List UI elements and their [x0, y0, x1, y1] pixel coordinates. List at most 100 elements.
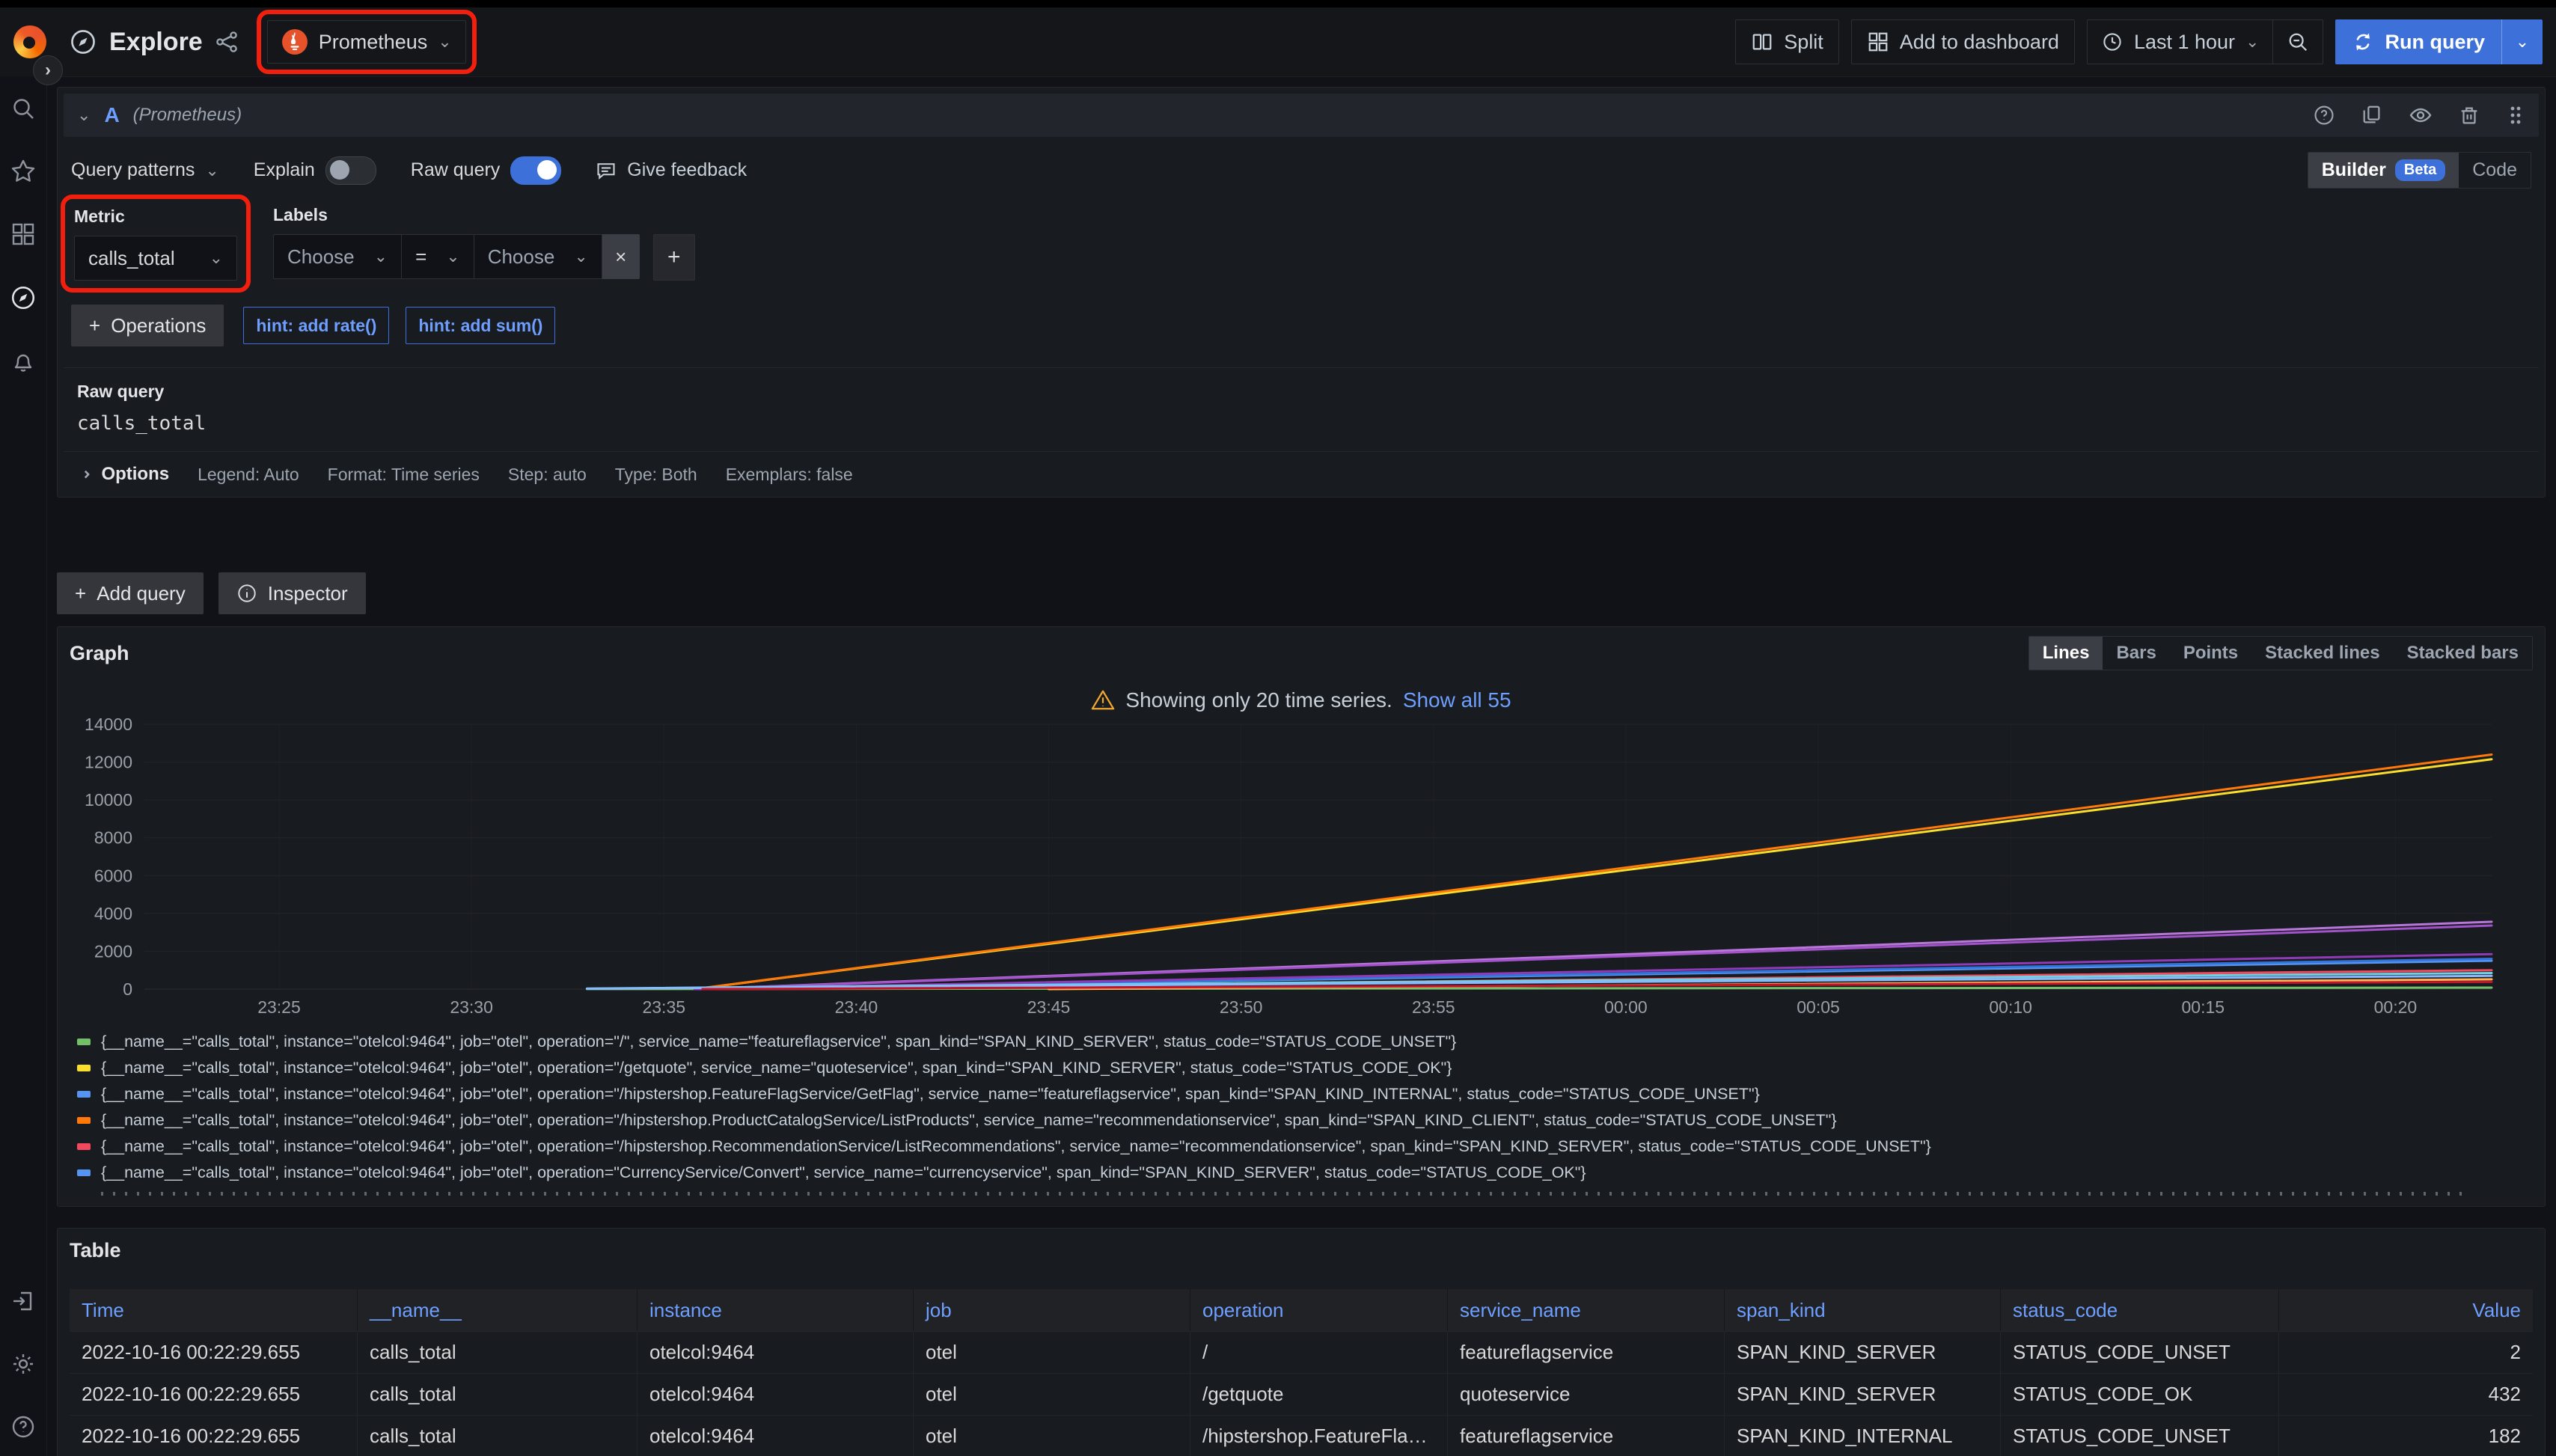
legend-label: {__name__="calls_total", instance="otelc… — [101, 1085, 1760, 1104]
prometheus-icon — [281, 28, 308, 55]
time-range-picker[interactable]: Last 1 hour ⌄ — [2088, 20, 2273, 64]
add-query-button[interactable]: + Add query — [57, 572, 204, 614]
options-expander[interactable]: ⌄ Options — [77, 464, 169, 485]
chevron-down-icon: ⌄ — [210, 250, 223, 266]
metric-select[interactable]: calls_total ⌄ — [74, 236, 237, 281]
table-cell: STATUS_CODE_UNSET — [2001, 1331, 2279, 1373]
label-value-placeholder: Choose — [488, 245, 555, 269]
table-column-header-job[interactable]: job — [914, 1289, 1190, 1331]
header-bar: Explore Prom — [0, 7, 2556, 77]
graph-style-tabs: LinesBarsPointsStacked linesStacked bars — [2028, 636, 2533, 670]
grafana-logo[interactable] — [13, 25, 46, 58]
datasource-picker[interactable]: Prometheus ⌄ — [267, 20, 466, 64]
remove-query-trash-icon[interactable] — [2458, 104, 2480, 126]
legend-swatch — [77, 1065, 91, 1071]
query-patterns-dropdown[interactable]: Query patterns ⌄ — [71, 159, 219, 181]
graph-mode-points[interactable]: Points — [2170, 637, 2251, 670]
legend-item[interactable]: {__name__="calls_total", instance="otelc… — [77, 1055, 2533, 1081]
chart-series-line — [694, 755, 2492, 990]
explain-toggle-group: Explain — [254, 156, 376, 185]
dashboards-icon[interactable] — [10, 221, 36, 247]
query-row-actions — [2313, 103, 2525, 127]
y-axis-label: 8000 — [94, 828, 132, 848]
table-cell: otel — [914, 1331, 1190, 1373]
time-series-chart[interactable]: 23:2523:3023:3523:4023:4523:5023:5500:00… — [70, 715, 2533, 1021]
search-icon[interactable] — [10, 96, 36, 121]
label-operator-select[interactable]: = ⌄ — [402, 234, 474, 279]
graph-mode-lines[interactable]: Lines — [2029, 637, 2103, 670]
label-value-select[interactable]: Choose ⌄ — [474, 234, 602, 279]
graph-mode-stacked-lines[interactable]: Stacked lines — [2251, 637, 2393, 670]
add-to-dashboard-button[interactable]: Add to dashboard — [1851, 19, 2075, 64]
legend-item[interactable]: {__name__="calls_total", instance="otelc… — [77, 1107, 2533, 1134]
table-column-header-time[interactable]: Time — [70, 1289, 358, 1331]
share-icon[interactable] — [215, 30, 239, 54]
sign-in-icon[interactable] — [10, 1288, 36, 1314]
table-column-header-service-name[interactable]: service_name — [1448, 1289, 1725, 1331]
run-query-button[interactable]: Run query — [2335, 19, 2501, 64]
graph-mode-stacked-bars[interactable]: Stacked bars — [2394, 637, 2532, 670]
split-label: Split — [1784, 31, 1823, 54]
table-column-header-status-code[interactable]: status_code — [2001, 1289, 2279, 1331]
legend-item[interactable]: {__name__="calls_total", instance="otelc… — [77, 1029, 2533, 1055]
sidebar-expand-button[interactable]: › — [33, 55, 63, 85]
inspector-button[interactable]: Inspector — [218, 572, 366, 614]
legend-item[interactable]: {__name__="calls_total", instance="otelc… — [77, 1160, 2533, 1186]
datasource-name: Prometheus — [319, 31, 428, 54]
table-cell: calls_total — [358, 1331, 638, 1373]
table-column-header-operation[interactable]: operation — [1190, 1289, 1448, 1331]
chevron-down-icon: ⌄ — [446, 248, 459, 265]
labels-field: Labels Choose ⌄ = ⌄ C — [273, 205, 695, 281]
alerting-bell-icon[interactable] — [10, 349, 36, 374]
query-datasource-hint: (Prometheus) — [133, 105, 242, 126]
add-operation-button[interactable]: + Operations — [71, 305, 224, 346]
query-editor-panel: ⌄ A (Prometheus) — [57, 87, 2546, 498]
table-column-header-value[interactable]: Value — [2279, 1289, 2533, 1331]
give-feedback-link[interactable]: Give feedback — [596, 159, 747, 181]
graph-mode-bars[interactable]: Bars — [2103, 637, 2169, 670]
table-column-header-span-kind[interactable]: span_kind — [1725, 1289, 2001, 1331]
legend-item[interactable]: {__name__="calls_total", instance="otelc… — [77, 1081, 2533, 1107]
star-icon[interactable] — [10, 159, 36, 184]
table-column-header-instance[interactable]: instance — [638, 1289, 914, 1331]
legend-label: {__name__="calls_total", instance="otelc… — [101, 1137, 1931, 1156]
explore-icon[interactable] — [10, 284, 37, 311]
y-axis-label: 14000 — [85, 715, 132, 734]
run-query-group: Run query ⌄ — [2335, 19, 2543, 64]
builder-mode-tab[interactable]: Builder Beta — [2308, 153, 2459, 188]
settings-gear-icon[interactable] — [10, 1351, 36, 1377]
table-column-header--name-[interactable]: __name__ — [358, 1289, 638, 1331]
query-help-icon[interactable] — [2313, 104, 2335, 126]
run-query-dropdown[interactable]: ⌄ — [2501, 19, 2543, 64]
label-name-select[interactable]: Choose ⌄ — [273, 234, 402, 279]
chevron-down-icon: ⌄ — [205, 162, 218, 179]
x-axis-label: 23:30 — [450, 997, 493, 1017]
remove-label-filter-button[interactable]: × — [602, 234, 640, 279]
plus-icon: + — [75, 582, 86, 605]
split-button[interactable]: Split — [1735, 19, 1839, 64]
code-mode-tab[interactable]: Code — [2459, 153, 2531, 188]
metric-value: calls_total — [88, 247, 175, 270]
table-cell: 2022-10-16 00:22:29.655 — [70, 1415, 358, 1456]
help-icon[interactable] — [10, 1414, 36, 1440]
graph-header: Graph LinesBarsPointsStacked linesStacke… — [70, 636, 2533, 670]
compass-icon — [69, 28, 97, 56]
x-axis-label: 00:00 — [1604, 997, 1648, 1017]
duplicate-query-icon[interactable] — [2361, 104, 2383, 126]
comment-icon — [596, 160, 617, 181]
zoom-out-button[interactable] — [2272, 20, 2323, 64]
query-hint-button-2[interactable]: hint: add sum() — [406, 307, 555, 344]
query-options-row: ⌄ Options Legend: AutoFormat: Time serie… — [64, 451, 2539, 497]
query-hint-button-1[interactable]: hint: add rate() — [243, 307, 389, 344]
raw-query-toggle[interactable] — [510, 156, 561, 185]
add-label-filter-button[interactable]: + — [653, 234, 695, 281]
hide-response-eye-icon[interactable] — [2409, 103, 2433, 127]
table-cell: / — [1190, 1331, 1448, 1373]
query-row-header[interactable]: ⌄ A (Prometheus) — [64, 94, 2539, 137]
drag-handle-icon[interactable] — [2506, 104, 2525, 126]
legend-item[interactable]: {__name__="calls_total", instance="otelc… — [77, 1134, 2533, 1160]
explain-toggle[interactable] — [325, 156, 376, 185]
table-panel: Table Time__name__instancejoboperationse… — [57, 1228, 2546, 1456]
table-cell: quoteservice — [1448, 1373, 1725, 1415]
show-all-series-link[interactable]: Show all 55 — [1403, 688, 1511, 712]
